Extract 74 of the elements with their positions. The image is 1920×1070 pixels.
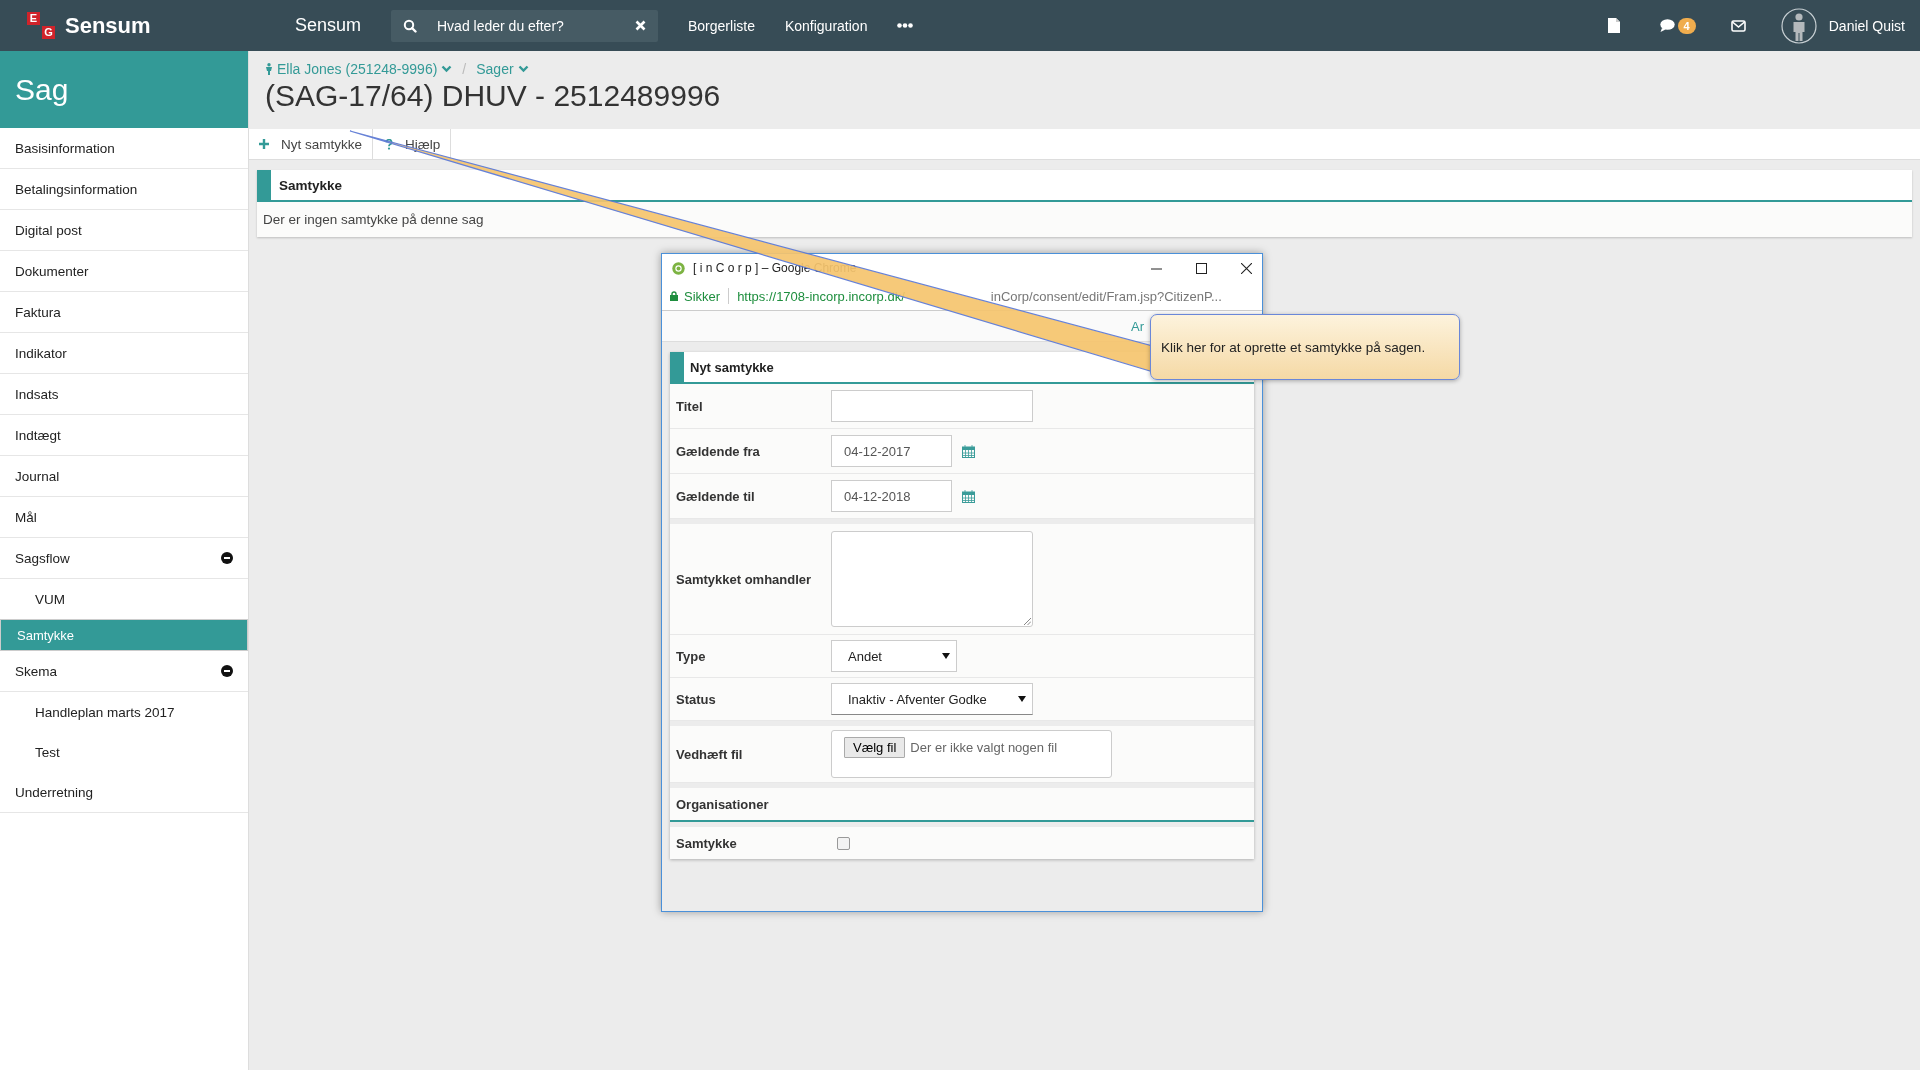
maximize-icon[interactable] bbox=[1196, 262, 1207, 274]
breadcrumb-separator: / bbox=[462, 61, 467, 77]
calendar-icon[interactable] bbox=[962, 444, 975, 458]
nav-link[interactable]: Konfiguration bbox=[784, 17, 868, 34]
select-dropdown[interactable]: Andet bbox=[831, 640, 957, 672]
section-heading: Organisationer bbox=[676, 796, 769, 812]
file-input[interactable]: Vælg fil Der er ikke valgt nogen fil bbox=[831, 730, 1112, 778]
field-label: Gældende til bbox=[676, 488, 756, 504]
sidebar-subitem[interactable]: Handleplan marts 2017 bbox=[0, 692, 248, 732]
resize-handle-icon[interactable] bbox=[1023, 617, 1031, 625]
choose-file-button[interactable]: Vælg fil bbox=[844, 737, 906, 758]
url-host: https://1708-incorp.incorp.dk/ bbox=[737, 288, 905, 304]
sidebar-item[interactable]: Journal bbox=[0, 456, 248, 497]
caret-icon bbox=[1018, 696, 1026, 702]
page-title: (SAG-17/64) DHUV - 2512489996 bbox=[265, 79, 722, 114]
sidebar-item[interactable]: Indtægt bbox=[0, 415, 248, 456]
panel-title: Samtykke bbox=[279, 177, 343, 193]
sidebar-subitem[interactable]: Test bbox=[0, 732, 248, 772]
nav-link[interactable]: Borgerliste bbox=[688, 17, 755, 34]
sidebar-item[interactable]: Digital post bbox=[0, 210, 248, 251]
form-title: Nyt samtykke bbox=[690, 359, 774, 375]
collapse-icon[interactable] bbox=[221, 552, 233, 564]
chat-icon[interactable] bbox=[1659, 19, 1675, 32]
brand-name: Sensum bbox=[65, 12, 151, 39]
callout-tooltip: Klik her for at oprette et samtykke på sagen. bbox=[1150, 314, 1460, 380]
file-status: Der er ikke valgt nogen fil bbox=[910, 739, 1058, 757]
collapse-icon[interactable] bbox=[221, 665, 233, 677]
search-field[interactable]: Hvad leder du efter? bbox=[391, 9, 658, 42]
mail-icon[interactable] bbox=[1730, 19, 1746, 32]
sidebar-item[interactable]: Indsats bbox=[0, 374, 248, 415]
field-label: Samtykke bbox=[676, 835, 738, 851]
chevron-down-icon[interactable] bbox=[517, 65, 529, 73]
sidebar-item[interactable]: Betalingsinformation bbox=[0, 169, 248, 210]
field-label: Vedhæft fil bbox=[676, 746, 744, 762]
sidebar-header: Sag bbox=[0, 51, 248, 128]
caret-icon bbox=[942, 653, 950, 659]
sidebar-item[interactable]: Underretning bbox=[0, 772, 248, 813]
empty-message: Der er ingen samtykke på denne sag bbox=[262, 211, 485, 229]
search-input[interactable]: Hvad leder du efter? bbox=[435, 16, 617, 35]
message-count-badge: 4 bbox=[1677, 17, 1696, 34]
browser-logo-icon bbox=[672, 261, 685, 275]
more-icon[interactable] bbox=[897, 23, 914, 28]
avatar-icon[interactable] bbox=[1780, 7, 1817, 44]
field-label: Type bbox=[676, 648, 707, 664]
checkbox[interactable] bbox=[837, 836, 850, 850]
field-label: Samtykket omhandler bbox=[676, 571, 813, 587]
date-input[interactable]: 04-12-2017 bbox=[831, 435, 952, 467]
document-icon[interactable] bbox=[1607, 18, 1620, 33]
person-icon bbox=[265, 63, 273, 75]
calendar-icon[interactable] bbox=[962, 489, 975, 503]
title-input[interactable] bbox=[831, 390, 1033, 422]
close-icon[interactable] bbox=[1241, 262, 1252, 274]
search-icon bbox=[403, 18, 417, 33]
chevron-down-icon[interactable] bbox=[441, 65, 453, 73]
date-input[interactable]: 04-12-2018 bbox=[831, 480, 952, 512]
sidebar-item[interactable]: Mål bbox=[0, 497, 248, 538]
lock-icon bbox=[670, 291, 678, 301]
field-label: Status bbox=[676, 691, 717, 707]
select-dropdown[interactable]: Inaktiv - Afventer Godke bbox=[831, 683, 1033, 715]
plus-icon bbox=[259, 139, 269, 149]
sidebar-item[interactable]: Sagsflow bbox=[0, 538, 248, 579]
clear-icon[interactable] bbox=[635, 20, 646, 31]
field-label: Gældende fra bbox=[676, 443, 761, 459]
sidebar-item[interactable]: Basisinformation bbox=[0, 128, 248, 169]
url-path: inCorp/consent/edit/Fram.jsp?CitizenP... bbox=[990, 288, 1222, 304]
field-label: Titel bbox=[676, 398, 704, 414]
sidebar-item[interactable]: Dokumenter bbox=[0, 251, 248, 292]
sidebar-item[interactable]: Skema bbox=[0, 651, 248, 692]
sidebar-item[interactable]: Faktura bbox=[0, 292, 248, 333]
secure-label: Sikker bbox=[684, 288, 721, 304]
app-name[interactable]: Sensum bbox=[295, 15, 391, 36]
user-name[interactable]: Daniel Quist bbox=[1828, 17, 1905, 34]
sidebar-subitem[interactable]: VUM bbox=[0, 579, 248, 619]
sidebar-item[interactable]: Indikator bbox=[0, 333, 248, 374]
